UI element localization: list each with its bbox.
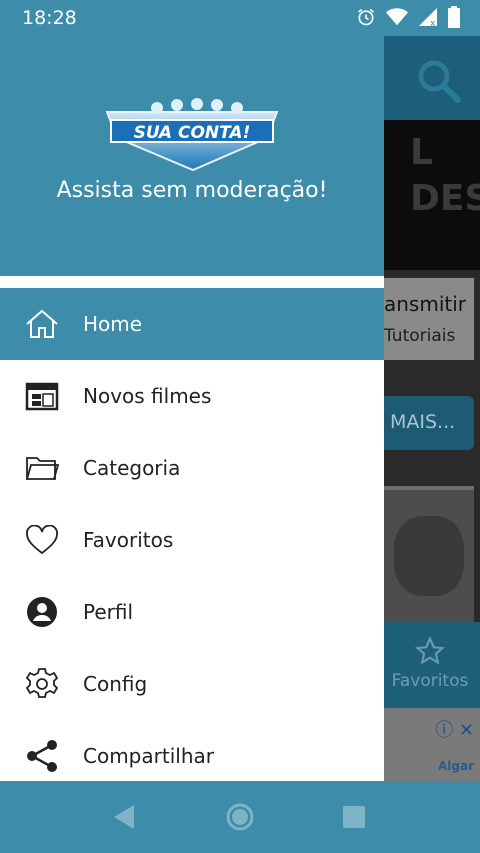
background-card-title: ansmitir xyxy=(384,292,467,316)
menu-item-perfil[interactable]: Perfil xyxy=(0,576,384,648)
menu-label: Categoria xyxy=(83,456,181,480)
battery-icon xyxy=(448,6,460,28)
svg-text:SUA CONTA!: SUA CONTA! xyxy=(134,123,251,143)
recents-icon[interactable] xyxy=(338,801,370,833)
menu-item-config[interactable]: Config xyxy=(0,648,384,720)
background-thumbnail[interactable] xyxy=(384,486,474,622)
bottom-tab-label: Favoritos xyxy=(391,671,469,691)
alarm-icon xyxy=(358,8,374,26)
background-card[interactable]: ansmitir Tutoriais xyxy=(384,278,474,360)
menu-item-favoritos[interactable]: Favoritos xyxy=(0,504,384,576)
menu-item-novos-filmes[interactable]: Novos filmes xyxy=(0,360,384,432)
background-card-subtitle: Tutoriais xyxy=(384,326,456,346)
menu-item-compartilhar[interactable]: Compartilhar xyxy=(0,720,384,781)
drawer-tagline: Assista sem moderação! xyxy=(56,178,328,203)
navigation-drawer: SUA CONTA! Assista sem moderação! Home N… xyxy=(0,36,384,781)
heart-icon xyxy=(24,524,60,556)
menu-label: Config xyxy=(83,672,148,696)
status-time: 18:28 xyxy=(22,7,77,29)
wifi-icon xyxy=(386,8,408,26)
ad-banner[interactable]: ⓘ ✕ Algar xyxy=(380,708,480,781)
star-icon xyxy=(415,635,445,665)
ad-brand: Algar xyxy=(437,759,474,773)
svg-text:x: x xyxy=(430,19,436,27)
ad-close-icon[interactable]: ⓘ ✕ xyxy=(435,716,474,742)
system-nav-bar xyxy=(0,781,480,853)
signal-icon: x xyxy=(419,8,437,27)
drawer-header: SUA CONTA! Assista sem moderação! xyxy=(0,36,384,276)
status-bar: 18:28 x xyxy=(0,0,480,36)
menu-item-home[interactable]: Home xyxy=(0,288,384,360)
menu-label: Home xyxy=(83,312,143,336)
sua-conta-logo: SUA CONTA! xyxy=(97,98,287,174)
menu-label: Favoritos xyxy=(83,528,174,552)
more-button[interactable]: MAIS... xyxy=(378,396,474,450)
search-icon[interactable] xyxy=(414,56,464,106)
drawer-menu: Home Novos filmes Categoria Favoritos Pe… xyxy=(0,288,384,781)
back-icon[interactable] xyxy=(110,801,142,833)
menu-item-categoria[interactable]: Categoria xyxy=(0,432,384,504)
share-icon xyxy=(24,740,60,772)
calendar-icon xyxy=(24,380,60,412)
bottom-tab-favoritos[interactable]: Favoritos xyxy=(380,635,480,691)
menu-label: Perfil xyxy=(83,600,134,624)
background-hero-text: L DES xyxy=(410,132,480,219)
menu-label: Compartilhar xyxy=(83,744,214,768)
home-circle-icon[interactable] xyxy=(224,801,256,833)
home-icon xyxy=(24,308,60,340)
gear-icon xyxy=(24,668,60,700)
menu-label: Novos filmes xyxy=(83,384,212,408)
account-icon xyxy=(24,596,60,628)
folder-icon xyxy=(24,452,60,484)
